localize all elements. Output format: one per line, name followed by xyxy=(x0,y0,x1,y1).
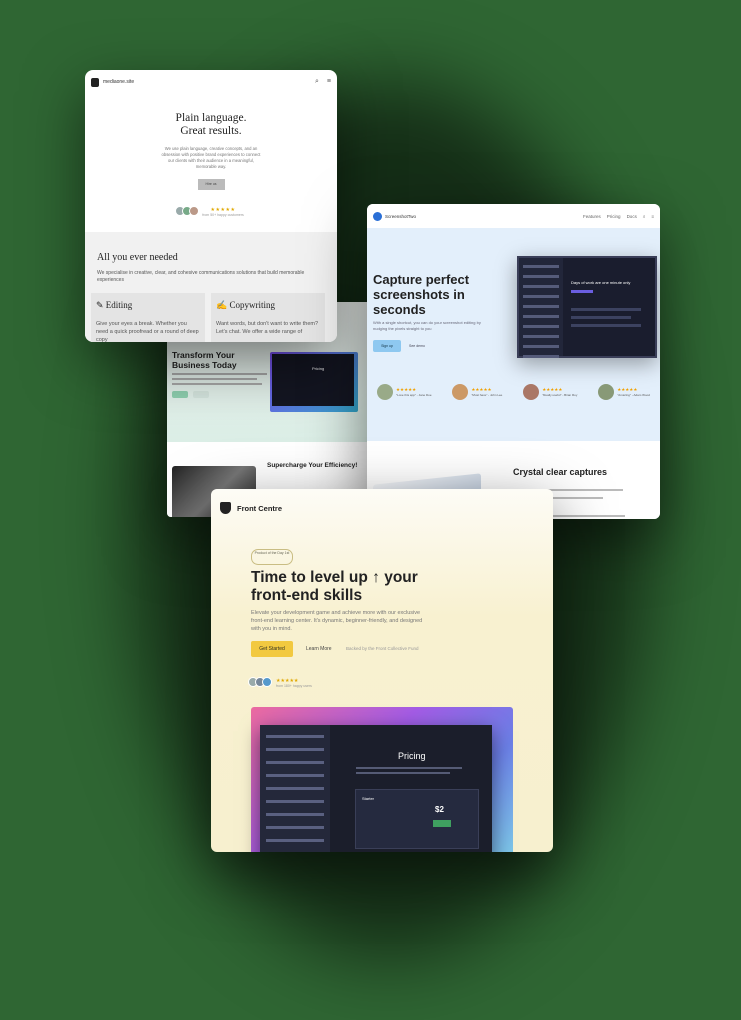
review: ★★★★★ "Love this app" - Jane Doe xyxy=(377,384,431,400)
section-title: All you ever needed xyxy=(97,252,178,263)
features-section: All you ever needed We specialise in cre… xyxy=(85,232,337,342)
hero-subtitle: With a single shortcut, you can do your … xyxy=(373,320,481,331)
get-started-button[interactable]: Get Started xyxy=(251,641,293,657)
feature-editing: ✎ Editing Give your eyes a break. Whether… xyxy=(91,293,205,342)
avatar xyxy=(598,384,615,400)
hire-button[interactable]: Hire us xyxy=(197,179,225,190)
brand-name: Front Centre xyxy=(237,503,282,513)
buy-button[interactable] xyxy=(433,820,451,827)
search-icon[interactable]: ⌕ xyxy=(315,78,319,86)
app-preview-frame: Pricing Starter $2 xyxy=(251,707,513,852)
rating: ★★★★★ from 50+ happy customers xyxy=(85,203,337,221)
menu-icon[interactable]: ≡ xyxy=(651,214,654,219)
hero-title: Capture perfect screenshots in seconds xyxy=(373,272,470,317)
search-icon[interactable]: ⌕ xyxy=(643,214,646,219)
avatar xyxy=(523,384,540,400)
avatar xyxy=(262,677,272,687)
navbar: Front Centre xyxy=(211,489,553,527)
learn-more-link[interactable]: Learn More xyxy=(306,641,332,657)
review: ★★★★★ "Really useful" - Brian Roy xyxy=(523,384,577,400)
front-centre-card: Front Centre Product of the Day 1st Time… xyxy=(211,489,553,852)
menu-icon[interactable]: ≡ xyxy=(327,78,331,86)
feature-copywriting: ✍ Copywriting Want words, but don't want … xyxy=(211,293,325,342)
app-preview: Days of work are one minute only xyxy=(517,256,657,358)
nav-link-docs[interactable]: Docs xyxy=(627,214,637,219)
reviews-row: ★★★★★ "Love this app" - Jane Doe ★★★★★ "Mu… xyxy=(377,384,650,400)
logo-icon xyxy=(91,77,99,87)
demo-link[interactable]: See demo xyxy=(409,340,425,352)
product-badge: Product of the Day 1st xyxy=(251,549,293,565)
pencil-icon: ✎ xyxy=(96,300,106,310)
primary-button[interactable] xyxy=(172,391,188,398)
logo-icon xyxy=(373,211,382,221)
hero-subtitle: Elevate your development game and achiev… xyxy=(251,610,423,632)
screenshot-tool-card: ScreenshotTwo Features Pricing Docs ⌕ ≡ … xyxy=(367,204,660,519)
section-text: We specialise in creative, clear, and co… xyxy=(97,270,305,283)
hero-title: Time to level up ↑ your front-end skills xyxy=(251,569,418,604)
brand-name: ScreenshotTwo xyxy=(385,213,417,219)
rating: ★★★★★ from 180+ happy users xyxy=(248,674,312,692)
plain-language-card: mediaone.site ⌕ ≡ Plain language. Great re… xyxy=(85,70,337,342)
nav-link-features[interactable]: Features xyxy=(583,214,601,219)
plan-card: Starter xyxy=(355,789,479,849)
hero-subtitle: We use plain language, creative concepts… xyxy=(161,146,261,169)
rating-text: from 180+ happy users xyxy=(276,684,312,688)
signup-button[interactable]: Sign up xyxy=(373,340,401,352)
app-preview: Pricing Starter $2 xyxy=(260,725,492,852)
section-title: Crystal clear captures xyxy=(513,467,608,477)
secondary-button[interactable] xyxy=(193,391,209,398)
plan-price: $2 xyxy=(435,805,444,814)
avatar xyxy=(452,384,469,400)
pricing-title: Pricing xyxy=(398,751,426,761)
review: ★★★★★ "Must have" - John Lee xyxy=(452,384,502,400)
section-title: Supercharge Your Efficiency! xyxy=(267,462,358,469)
avatar xyxy=(189,206,200,216)
pen-icon: ✍ xyxy=(216,300,230,310)
nav-link-pricing[interactable]: Pricing xyxy=(607,214,621,219)
avatar xyxy=(377,384,393,400)
navbar: mediaone.site ⌕ ≡ xyxy=(85,70,337,94)
review: ★★★★★ "Amazing" - Adam Wood xyxy=(598,384,650,400)
brand-name: mediaone.site xyxy=(103,79,135,85)
rating-text: from 50+ happy customers xyxy=(202,213,244,217)
app-preview: Pricing xyxy=(270,352,358,412)
backed-note: Backed by the Front Collective Fund xyxy=(346,646,419,651)
navbar: ScreenshotTwo Features Pricing Docs ⌕ ≡ xyxy=(367,204,660,228)
hero-title: Plain language. Great results. xyxy=(175,112,247,137)
shield-icon xyxy=(220,502,231,514)
